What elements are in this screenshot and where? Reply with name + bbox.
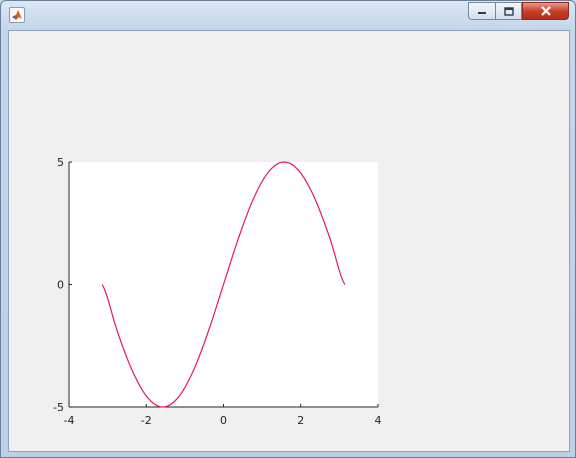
x-tick-label: -4 [64,414,75,427]
y-tick-label: 5 [57,156,64,169]
x-tick-label: 4 [375,414,382,427]
y-tick-label: 0 [57,279,64,292]
sine-plot: -4 -2 0 2 4 -5 0 5 [53,156,382,427]
x-tick-label: 2 [297,414,304,427]
y-tick-label: -5 [53,401,64,414]
sine-series-line [101,161,346,408]
x-tick-label: 0 [220,414,227,427]
x-tick-label: -2 [141,414,152,427]
